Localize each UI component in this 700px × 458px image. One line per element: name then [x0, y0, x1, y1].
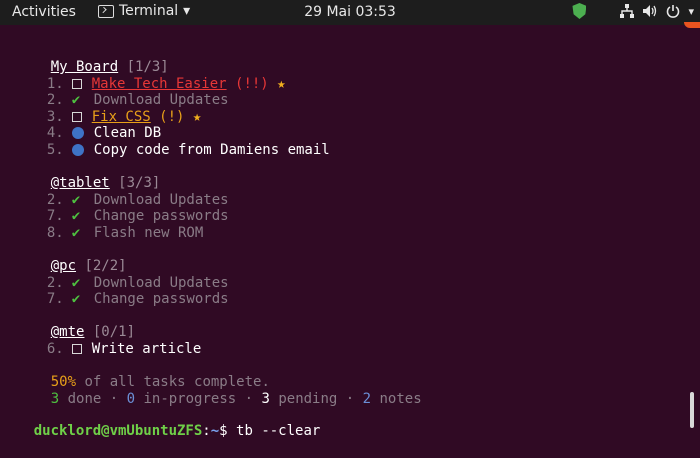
priority-label: (!!) [235, 76, 269, 92]
note-item: 5. Copy code from Damiens email [10, 123, 330, 158]
checkbox-icon [71, 344, 82, 354]
stats-line: 3 done · 0 in-progress · 3 pending · 2 n… [17, 372, 422, 407]
task-item: 7. ✔ Change passwords [10, 189, 229, 224]
prompt-path: ~ [210, 423, 220, 439]
board-heading: @pc [2/2] [17, 239, 127, 274]
command-text[interactable]: tb --clear [236, 423, 320, 439]
terminal-output[interactable]: My Board [1/3] 1. Make Tech Easier (!!) ★… [0, 25, 684, 439]
note-item: 4. Clean DB [10, 106, 161, 141]
board-heading: My Board [1/3] [17, 40, 169, 75]
prompt-user-host: ducklord@vmUbuntuZFS [33, 423, 203, 439]
network-icon[interactable] [620, 4, 635, 18]
task-item: 2. ✔ Download Updates [10, 73, 229, 108]
board-heading: @tablet [3/3] [17, 156, 161, 191]
shield-icon[interactable] [572, 3, 587, 19]
volume-icon[interactable] [642, 4, 658, 18]
notes-count: 2 [362, 391, 372, 407]
command-prompt[interactable]: ducklord@vmUbuntuZFS:~$ tb --clear [0, 404, 321, 439]
prompt-symbol: $ [219, 423, 237, 439]
board-heading: @mte [0/1] [17, 305, 135, 340]
power-icon[interactable] [666, 4, 680, 18]
task-item: 7. ✔ Change passwords [10, 272, 229, 307]
task-item: 8. ✔ Flash new ROM [10, 206, 203, 241]
note-dot-icon [71, 144, 84, 156]
scrollbar[interactable] [690, 392, 694, 428]
system-tray[interactable]: ▾ [572, 3, 694, 19]
prompt-separator: : [202, 423, 211, 439]
window-close-corner[interactable] [684, 22, 700, 28]
completion-summary: 50% of all tasks complete. [17, 355, 270, 390]
task-item: 6. Write article [10, 322, 201, 357]
top-bar: Activities Terminal ▾ 29 Mai 03:53 ▾ [0, 0, 700, 25]
chevron-down-icon[interactable]: ▾ [688, 5, 694, 18]
star-icon: ★ [277, 76, 286, 92]
notes-label: notes [371, 391, 422, 407]
